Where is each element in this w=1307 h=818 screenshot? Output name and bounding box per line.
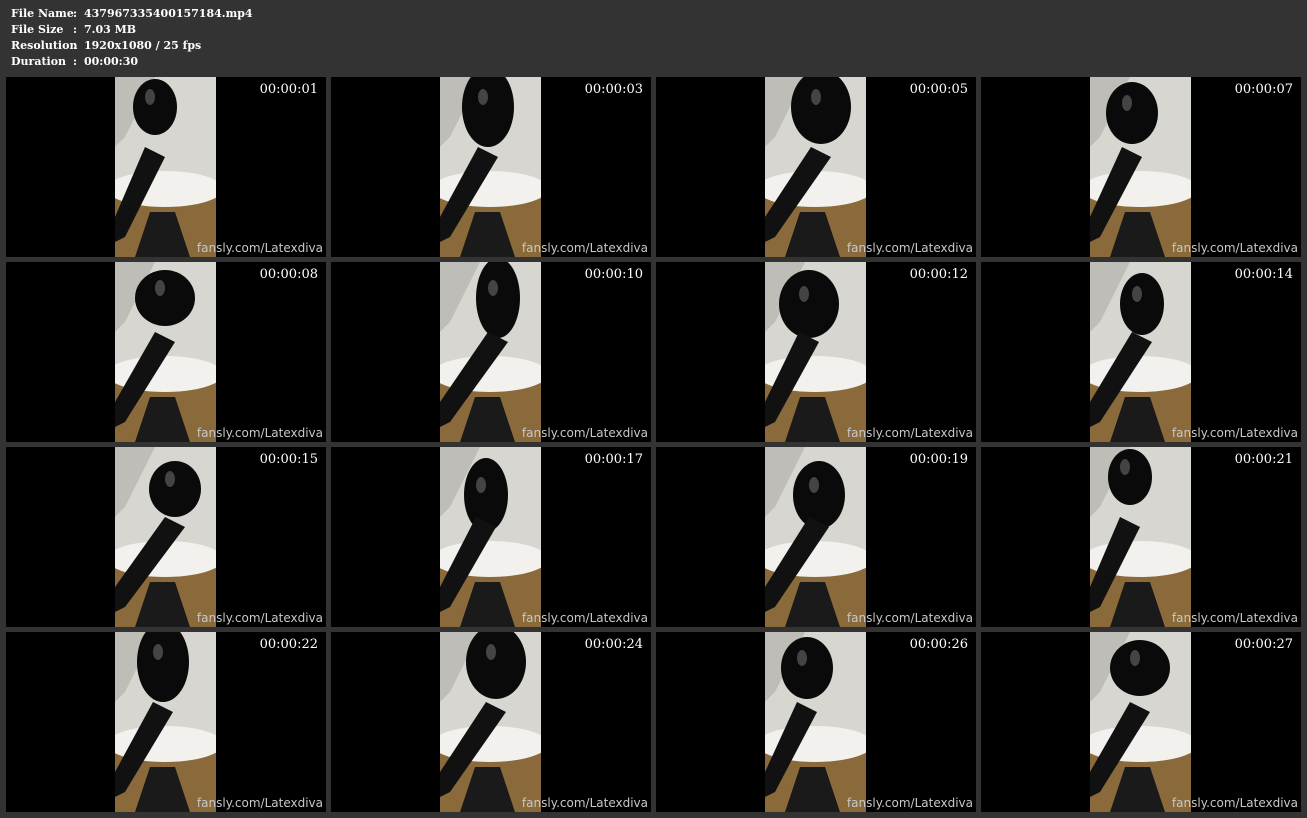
info-value-file-name: 437967335400157184.mp4 [84, 7, 253, 20]
contact-sheet: File Name : 437967335400157184.mp4 File … [0, 0, 1307, 818]
video-frame-image [440, 447, 541, 627]
video-thumbnail: 00:00:12 fansly.com/Latexdiva [656, 262, 976, 442]
video-frame-image [115, 262, 216, 442]
thumbnail-grid: 00:00:01 fansly.com/Latexdiva 00:00:03 fans… [6, 77, 1302, 813]
video-frame-image [765, 447, 866, 627]
video-thumbnail: 00:00:01 fansly.com/Latexdiva [6, 77, 326, 257]
video-thumbnail: 00:00:07 fansly.com/Latexdiva [981, 77, 1301, 257]
thumbnail-timestamp: 00:00:15 [259, 452, 318, 467]
thumbnail-timestamp: 00:00:24 [584, 637, 643, 652]
video-frame-image [115, 447, 216, 627]
video-frame-image [115, 77, 216, 257]
video-frame-image [1090, 77, 1191, 257]
video-thumbnail: 00:00:05 fansly.com/Latexdiva [656, 77, 976, 257]
video-thumbnail: 00:00:22 fansly.com/Latexdiva [6, 632, 326, 812]
video-thumbnail: 00:00:10 fansly.com/Latexdiva [331, 262, 651, 442]
thumbnail-timestamp: 00:00:05 [909, 82, 968, 97]
video-thumbnail: 00:00:26 fansly.com/Latexdiva [656, 632, 976, 812]
thumbnail-watermark: fansly.com/Latexdiva [846, 796, 973, 810]
video-frame-image [440, 262, 541, 442]
info-row-duration: Duration : 00:00:30 [11, 54, 253, 70]
thumbnail-watermark: fansly.com/Latexdiva [196, 426, 323, 440]
thumbnail-timestamp: 00:00:12 [909, 267, 968, 282]
thumbnail-timestamp: 00:00:27 [1234, 637, 1293, 652]
video-thumbnail: 00:00:21 fansly.com/Latexdiva [981, 447, 1301, 627]
thumbnail-watermark: fansly.com/Latexdiva [846, 611, 973, 625]
thumbnail-timestamp: 00:00:01 [259, 82, 318, 97]
thumbnail-timestamp: 00:00:22 [259, 637, 318, 652]
video-thumbnail: 00:00:15 fansly.com/Latexdiva [6, 447, 326, 627]
info-row-file-size: File Size : 7.03 MB [11, 22, 253, 38]
info-value-duration: 00:00:30 [84, 55, 139, 68]
info-label: Resolution [11, 39, 78, 52]
thumbnail-timestamp: 00:00:14 [1234, 267, 1293, 282]
video-thumbnail: 00:00:27 fansly.com/Latexdiva [981, 632, 1301, 812]
video-frame-image [1090, 447, 1191, 627]
video-thumbnail: 00:00:19 fansly.com/Latexdiva [656, 447, 976, 627]
info-separator: : [73, 7, 78, 20]
thumbnail-timestamp: 00:00:21 [1234, 452, 1293, 467]
thumbnail-watermark: fansly.com/Latexdiva [196, 241, 323, 255]
video-frame-image [115, 632, 216, 812]
info-label: Duration [11, 55, 67, 68]
thumbnail-watermark: fansly.com/Latexdiva [521, 611, 648, 625]
thumbnail-timestamp: 00:00:19 [909, 452, 968, 467]
thumbnail-timestamp: 00:00:26 [909, 637, 968, 652]
thumbnail-watermark: fansly.com/Latexdiva [1171, 796, 1298, 810]
info-row-file-name: File Name : 437967335400157184.mp4 [11, 6, 253, 22]
thumbnail-watermark: fansly.com/Latexdiva [1171, 241, 1298, 255]
info-separator: : [73, 39, 78, 52]
video-thumbnail: 00:00:24 fansly.com/Latexdiva [331, 632, 651, 812]
video-frame-image [765, 632, 866, 812]
thumbnail-watermark: fansly.com/Latexdiva [521, 796, 648, 810]
video-frame-image [440, 632, 541, 812]
info-label: File Size [11, 23, 64, 36]
thumbnail-timestamp: 00:00:03 [584, 82, 643, 97]
thumbnail-watermark: fansly.com/Latexdiva [846, 426, 973, 440]
thumbnail-watermark: fansly.com/Latexdiva [1171, 426, 1298, 440]
video-thumbnail: 00:00:17 fansly.com/Latexdiva [331, 447, 651, 627]
thumbnail-watermark: fansly.com/Latexdiva [1171, 611, 1298, 625]
thumbnail-timestamp: 00:00:08 [259, 267, 318, 282]
file-info-header: File Name : 437967335400157184.mp4 File … [11, 6, 253, 70]
video-thumbnail: 00:00:14 fansly.com/Latexdiva [981, 262, 1301, 442]
thumbnail-watermark: fansly.com/Latexdiva [521, 426, 648, 440]
info-row-resolution: Resolution : 1920x1080 / 25 fps [11, 38, 253, 54]
video-frame-image [1090, 262, 1191, 442]
thumbnail-timestamp: 00:00:07 [1234, 82, 1293, 97]
video-thumbnail: 00:00:03 fansly.com/Latexdiva [331, 77, 651, 257]
info-value-resolution: 1920x1080 / 25 fps [84, 39, 202, 52]
video-frame-image [765, 262, 866, 442]
video-thumbnail: 00:00:08 fansly.com/Latexdiva [6, 262, 326, 442]
video-frame-image [1090, 632, 1191, 812]
thumbnail-timestamp: 00:00:10 [584, 267, 643, 282]
info-label: File Name [11, 7, 74, 20]
video-frame-image [440, 77, 541, 257]
thumbnail-watermark: fansly.com/Latexdiva [196, 796, 323, 810]
thumbnail-timestamp: 00:00:17 [584, 452, 643, 467]
info-separator: : [73, 23, 78, 36]
thumbnail-watermark: fansly.com/Latexdiva [196, 611, 323, 625]
info-separator: : [73, 55, 78, 68]
thumbnail-watermark: fansly.com/Latexdiva [521, 241, 648, 255]
info-value-file-size: 7.03 MB [84, 23, 137, 36]
thumbnail-watermark: fansly.com/Latexdiva [846, 241, 973, 255]
video-frame-image [765, 77, 866, 257]
